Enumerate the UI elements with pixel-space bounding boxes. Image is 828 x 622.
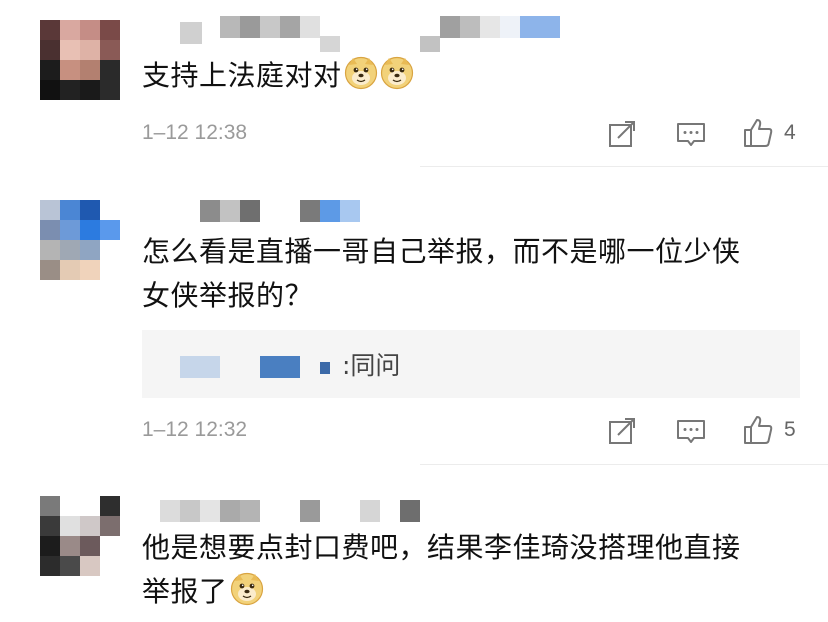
reply-username-blurred[interactable] bbox=[180, 356, 220, 378]
comment-text-line: 怎么看是直播一哥自己举报，而不是哪一位少侠 bbox=[142, 235, 741, 268]
reply-username-blurred bbox=[320, 362, 330, 374]
reply-button[interactable] bbox=[674, 414, 708, 448]
comment-text: 怎么看是直播一哥自己举报，而不是哪一位少侠 女侠举报的？ bbox=[142, 230, 802, 318]
comment-text-line: 女侠举报的？ bbox=[142, 279, 314, 312]
divider bbox=[420, 166, 828, 167]
divider bbox=[420, 464, 828, 465]
like-icon bbox=[741, 413, 775, 447]
doge-emoji-icon bbox=[230, 572, 264, 606]
like-icon bbox=[741, 116, 775, 150]
comment-text: 支持上法庭对对 bbox=[142, 54, 802, 98]
comment-icon bbox=[674, 414, 708, 448]
share-button[interactable] bbox=[605, 414, 639, 448]
reply-username-blurred[interactable] bbox=[260, 356, 300, 378]
comment-time: 1–12 12:32 bbox=[142, 418, 248, 441]
like-count: 4 bbox=[784, 121, 796, 144]
avatar[interactable] bbox=[40, 200, 120, 280]
comment-text-line: 他是想要点封口费吧，结果李佳琦没搭理他直接 bbox=[142, 531, 741, 564]
reply-preview[interactable]: :同问 bbox=[142, 330, 800, 398]
username-blurred[interactable] bbox=[200, 200, 360, 222]
comment-text-line: 举报了 bbox=[142, 570, 802, 614]
comment-time: 1–12 12:38 bbox=[142, 121, 248, 144]
comment-text-content: 支持上法庭对对 bbox=[142, 59, 342, 92]
reply-text: :同问 bbox=[342, 351, 401, 380]
comment-icon bbox=[674, 117, 708, 151]
username-blurred[interactable] bbox=[160, 500, 440, 522]
like-button[interactable] bbox=[741, 116, 775, 150]
avatar[interactable] bbox=[40, 20, 120, 100]
username-blurred[interactable] bbox=[180, 16, 560, 52]
share-icon bbox=[605, 414, 639, 448]
like-count: 5 bbox=[784, 418, 796, 441]
comment-text: 他是想要点封口费吧，结果李佳琦没搭理他直接 举报了 bbox=[142, 526, 802, 614]
share-icon bbox=[605, 117, 639, 151]
doge-emoji-icon bbox=[380, 56, 414, 90]
doge-emoji-icon bbox=[344, 56, 378, 90]
reply-button[interactable] bbox=[674, 117, 708, 151]
share-button[interactable] bbox=[605, 117, 639, 151]
like-button[interactable] bbox=[741, 413, 775, 447]
avatar[interactable] bbox=[40, 496, 120, 576]
